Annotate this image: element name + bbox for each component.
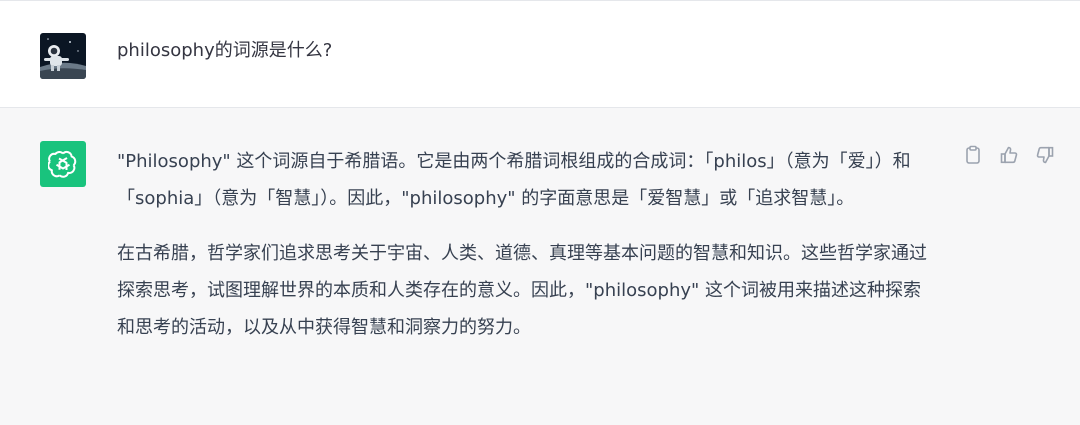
user-avatar bbox=[40, 33, 86, 79]
assistant-message-text: "Philosophy" 这个词源自于希腊语。它是由两个希腊词根组成的合成词：「… bbox=[117, 143, 937, 364]
thumbs-up-icon[interactable] bbox=[998, 144, 1020, 166]
user-message-text: philosophy的词源是什么? bbox=[117, 40, 333, 61]
assistant-paragraph: 在古希腊，哲学家们追求思考关于宇宙、人类、道德、真理等基本问题的智慧和知识。这些… bbox=[117, 243, 927, 338]
message-actions bbox=[962, 144, 1056, 166]
user-message-row: philosophy的词源是什么? bbox=[0, 0, 1080, 108]
assistant-avatar bbox=[40, 141, 86, 187]
clipboard-icon[interactable] bbox=[962, 144, 984, 166]
astronaut-avatar-image bbox=[40, 33, 86, 79]
openai-logo-icon bbox=[48, 151, 77, 178]
assistant-message-row: "Philosophy" 这个词源自于希腊语。它是由两个希腊词根组成的合成词：「… bbox=[0, 108, 1080, 425]
assistant-paragraph: "Philosophy" 这个词源自于希腊语。它是由两个希腊词根组成的合成词：「… bbox=[117, 151, 911, 209]
thumbs-down-icon[interactable] bbox=[1034, 144, 1056, 166]
